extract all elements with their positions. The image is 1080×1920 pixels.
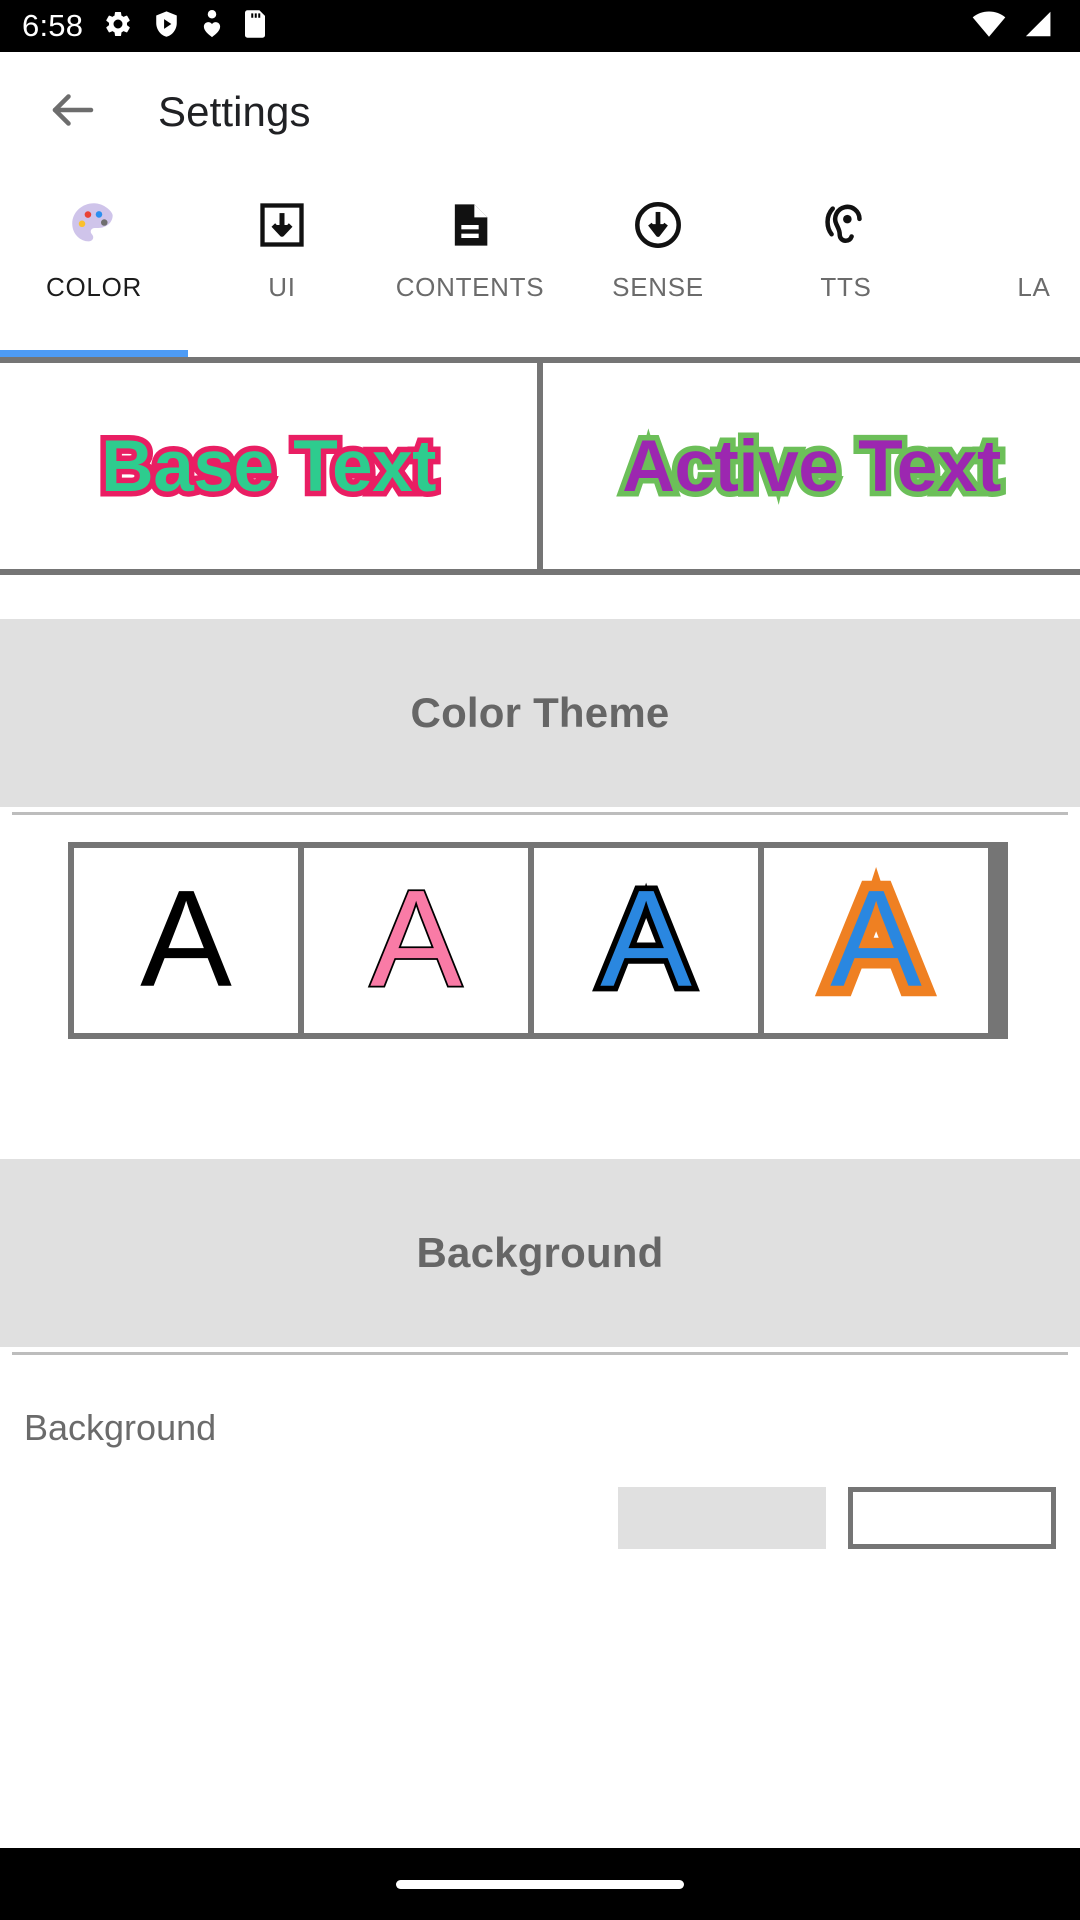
background-color-controls [0, 1487, 1080, 1607]
color-theme-swatch-row: A A A A [68, 842, 1008, 1039]
tab-sense[interactable]: SENSE [564, 172, 752, 303]
svg-text:A: A [600, 861, 692, 1015]
color-theme-section-header: Color Theme [0, 619, 1080, 807]
swatch-glyph-1: A [140, 861, 232, 1015]
system-navigation-bar [0, 1848, 1080, 1920]
color-theme-swatch-2[interactable]: A [304, 848, 528, 1033]
color-theme-swatch-3[interactable]: A [534, 848, 758, 1033]
active-text-preview-card[interactable]: Active Text [543, 363, 1080, 569]
page-title: Settings [158, 88, 311, 135]
tab-label-sense: SENSE [612, 272, 704, 302]
toolbar: Settings [0, 52, 1080, 172]
status-bar: 6:58 [0, 0, 1080, 52]
color-theme-swatch-4[interactable]: A [764, 848, 988, 1033]
circle-arrow-down-icon [631, 194, 685, 256]
background-title: Background [416, 1229, 664, 1276]
color-theme-swatch-area: A A A A [0, 815, 1080, 1039]
swatch-glyph-2: A [368, 861, 464, 1018]
swatch-glyph-3: A [595, 861, 698, 1021]
background-color-swatch-outline[interactable] [848, 1487, 1056, 1549]
tab-tts[interactable]: TTS [752, 172, 940, 303]
tab-label-contents: CONTENTS [395, 272, 545, 302]
background-row: Background [0, 1355, 1080, 1449]
svg-text:A: A [370, 861, 462, 1015]
sd-card-icon [243, 9, 267, 44]
gear-icon [103, 9, 133, 44]
status-bar-system-icons [972, 0, 1052, 52]
background-section-header: Background [0, 1159, 1080, 1347]
signal-icon [1020, 11, 1052, 42]
back-button[interactable] [38, 77, 108, 147]
wifi-icon [972, 11, 1006, 42]
color-theme-title: Color Theme [410, 689, 670, 736]
document-icon [444, 194, 496, 256]
tab-language[interactable]: LA [940, 172, 1080, 303]
shield-play-icon [152, 9, 181, 44]
svg-text:A: A [830, 861, 922, 1015]
tab-label-tts: TTS [820, 272, 872, 302]
background-row-label: Background [24, 1407, 217, 1448]
background-color-swatch-filled[interactable] [618, 1487, 826, 1549]
palette-icon [66, 194, 122, 256]
spacer-above-background [0, 1039, 1080, 1159]
status-bar-notification-icons [103, 9, 267, 44]
base-text-sample: Base Text [96, 420, 442, 512]
tab-label-color: COLOR [46, 272, 142, 302]
back-arrow-icon [46, 83, 100, 142]
tab-bar[interactable]: COLOR UI CONTENTS SENSE TTS LA [0, 172, 1080, 357]
tab-label-language: LA [1017, 272, 1051, 302]
tab-contents[interactable]: CONTENTS [376, 172, 564, 303]
svg-text:A: A [140, 861, 232, 1015]
person-heart-icon [200, 9, 224, 44]
tab-active-indicator [0, 350, 188, 357]
tab-color[interactable]: COLOR [0, 172, 188, 303]
swatch-glyph-4: A [820, 861, 933, 1021]
status-bar-clock: 6:58 [22, 8, 84, 43]
tab-ui[interactable]: UI [188, 172, 376, 303]
ear-hearing-icon [819, 194, 873, 256]
color-theme-swatch-1[interactable]: A [74, 848, 298, 1033]
download-box-icon [256, 194, 308, 256]
active-text-sample: Active Text [617, 420, 1007, 512]
gesture-home-pill[interactable] [396, 1879, 684, 1889]
base-text-preview-card[interactable]: Base Text [0, 363, 537, 569]
spacer-above-color-theme [0, 575, 1080, 619]
text-preview-row: Base Text Active Text [0, 357, 1080, 575]
tab-label-ui: UI [268, 272, 296, 302]
tab-list: COLOR UI CONTENTS SENSE TTS LA [0, 172, 1080, 357]
